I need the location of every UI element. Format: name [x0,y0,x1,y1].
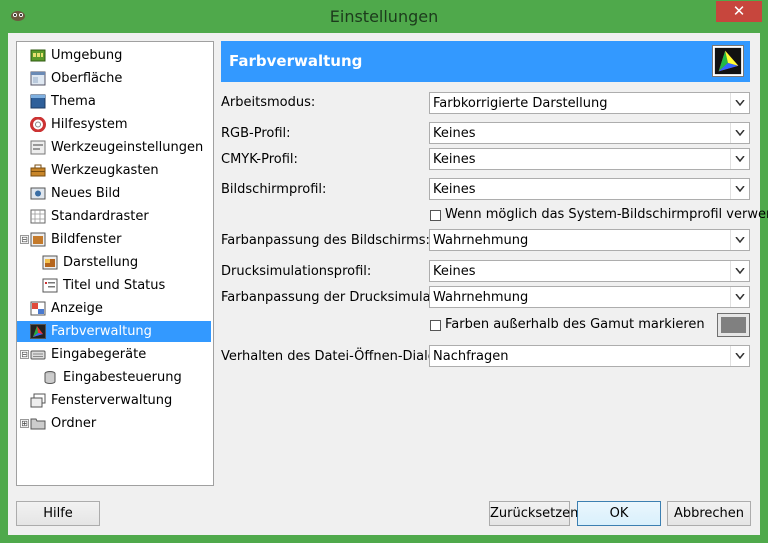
chevron-down-icon [735,100,745,106]
display-icon [30,301,46,316]
file-open-behavior-combo[interactable]: Nachfragen [429,345,750,367]
display-intent-label: Farbanpassung des Bildschirms: [221,233,430,248]
tree-item-werkzeugkasten[interactable]: Werkzeugkasten [17,160,211,181]
window-management-icon [30,393,46,408]
collapse-icon[interactable]: ⊟ [20,350,29,359]
checkbox-box[interactable] [430,320,441,331]
collapse-icon[interactable]: ⊟ [20,235,29,244]
input-controllers-icon [44,371,56,385]
print-sim-intent-label: Farbanpassung der Drucksimulation: [221,290,460,305]
checkbox-box[interactable] [430,210,441,221]
gamut-color-button[interactable] [717,313,750,337]
system-profile-checkbox[interactable]: Wenn möglich das System-Bildschirmprofil… [430,207,768,225]
rgb-profile-combo[interactable]: Keines [429,122,750,144]
environment-icon [30,49,46,62]
color-swatch [721,317,746,333]
tree-item-anzeige[interactable]: Anzeige [17,298,211,319]
tree-item-neues-bild[interactable]: Neues Bild [17,183,211,204]
gamut-warning-checkbox[interactable]: Farben außerhalb des Gamut markieren [430,317,705,335]
chevron-down-icon [735,268,745,274]
rgb-profile-label: RGB-Profil: [221,126,291,141]
folders-icon [30,418,46,430]
close-icon: ✕ [732,2,746,20]
appearance-icon [42,255,58,270]
toolbox-icon [30,164,46,177]
chevron-down-icon [735,156,745,162]
arbeitsmodus-combo[interactable]: Farbkorrigierte Darstellung [429,92,750,114]
tree-item-thema[interactable]: Thema [17,91,211,112]
reset-button[interactable]: Zurücksetzen [489,501,578,526]
grid-icon [30,209,46,224]
tree-item-standardraster[interactable]: Standardraster [17,206,211,227]
close-button[interactable]: ✕ [716,1,762,22]
tree-item-ordner[interactable]: ⊞ Ordner [17,413,211,434]
tree-item-farbverwaltung[interactable]: Farbverwaltung [17,321,211,342]
category-tree[interactable]: Umgebung Oberfläche Thema Hilfesystem We… [16,41,214,486]
tree-item-eingabegeraete[interactable]: ⊟ Eingabegeräte [17,344,211,365]
tool-options-icon [30,140,46,155]
input-devices-icon [30,350,46,360]
monitor-profile-combo[interactable]: Keines [429,178,750,200]
tree-item-darstellung[interactable]: Darstellung [17,252,211,273]
chevron-down-icon [735,237,745,243]
display-intent-combo[interactable]: Wahrnehmung [429,229,750,251]
color-management-icon [712,45,744,77]
tree-item-titel-und-status[interactable]: Titel und Status [17,275,211,296]
arbeitsmodus-label: Arbeitsmodus: [221,95,316,110]
chevron-down-icon [735,130,745,136]
help-system-icon [30,117,46,132]
panel-title: Farbverwaltung [229,52,363,70]
chevron-down-icon [735,353,745,359]
title-status-icon [42,278,58,293]
title-bar[interactable]: Einstellungen ✕ [0,0,768,34]
expand-icon[interactable]: ⊞ [20,419,29,428]
tree-item-werkzeugeinstellungen[interactable]: Werkzeugeinstellungen [17,137,211,158]
tree-item-bildfenster[interactable]: ⊟ Bildfenster [17,229,211,250]
print-sim-intent-combo[interactable]: Wahrnehmung [429,286,750,308]
interface-icon [30,71,46,86]
theme-icon [30,94,46,109]
monitor-profile-label: Bildschirmprofil: [221,182,327,197]
ok-button[interactable]: OK [577,501,661,526]
chevron-down-icon [735,294,745,300]
panel-header: Farbverwaltung [221,41,750,82]
window-title: Einstellungen [329,7,439,26]
cancel-button[interactable]: Abbrechen [667,501,751,526]
tree-item-hilfesystem[interactable]: Hilfesystem [17,114,211,135]
help-button[interactable]: Hilfe [16,501,100,526]
new-image-icon [30,187,46,200]
tree-item-oberflaeche[interactable]: Oberfläche [17,68,211,89]
chevron-down-icon [735,186,745,192]
tree-item-umgebung[interactable]: Umgebung [17,45,211,66]
preferences-window: Einstellungen ✕ Umgebung Oberfläche Them… [0,0,768,543]
tree-item-eingabesteuerung[interactable]: Eingabesteuerung [17,367,211,388]
tree-item-fensterverwaltung[interactable]: Fensterverwaltung [17,390,211,411]
cmyk-profile-label: CMYK-Profil: [221,152,298,167]
dialog-body: Umgebung Oberfläche Thema Hilfesystem We… [8,33,768,535]
cmyk-profile-combo[interactable]: Keines [429,148,750,170]
print-sim-profile-label: Drucksimulationsprofil: [221,264,372,279]
image-window-icon [30,232,46,247]
color-management-icon [30,324,46,339]
file-open-behavior-label: Verhalten des Datei-Öffnen-Dialogs: [221,349,456,364]
print-sim-profile-combo[interactable]: Keines [429,260,750,282]
